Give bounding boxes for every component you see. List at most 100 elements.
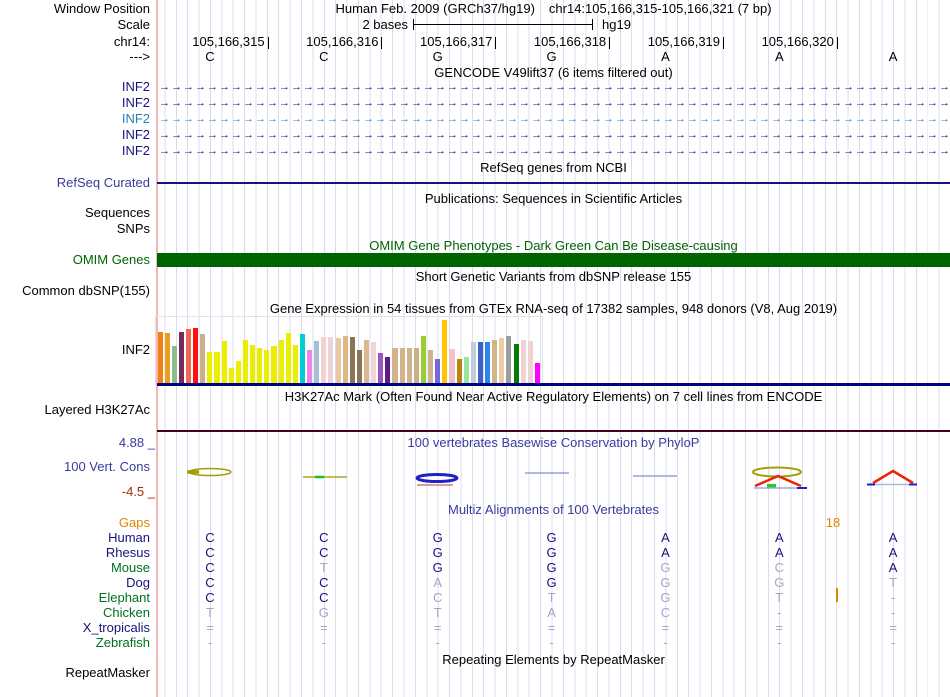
- gtex-tissue-bar: [520, 339, 526, 385]
- track-title-publications[interactable]: Publications: Sequences in Scientific Ar…: [157, 192, 950, 206]
- track-label-sequences[interactable]: Sequences: [0, 206, 150, 220]
- alignment-base: A: [661, 530, 670, 545]
- genome-browser-view: Window Position Human Feb. 2009 (GRCh37/…: [0, 0, 950, 697]
- gene-transcript-arrows[interactable]: →→→→→→→→→→→→→→→→→→→→→→→→→→→→→→→→→→→→→→→→…: [159, 129, 948, 141]
- alignment-base: A: [888, 545, 898, 560]
- gtex-tissue-bar: [371, 342, 377, 385]
- gtex-tissue-bar: [513, 343, 519, 385]
- gtex-tissue-bar: [492, 339, 498, 385]
- species-label-gaps[interactable]: Gaps: [0, 516, 150, 530]
- track-label-h3k27ac[interactable]: Layered H3K27Ac: [0, 403, 150, 417]
- reference-base: A: [661, 49, 670, 64]
- window-position-title: Human Feb. 2009 (GRCh37/hg19) chr14:105,…: [157, 2, 950, 16]
- ruler-coordinate: 105,166,319: [647, 34, 721, 49]
- alignment-base: =: [433, 620, 442, 635]
- gtex-tissue-bar: [285, 333, 291, 385]
- alignment-base: G: [546, 545, 557, 560]
- gene-label-inf2-5[interactable]: INF2: [0, 144, 150, 158]
- species-label-dog[interactable]: Dog: [0, 576, 150, 590]
- gtex-tissue-bar: [485, 342, 491, 385]
- gene-transcript-arrows[interactable]: →→→→→→→→→→→→→→→→→→→→→→→→→→→→→→→→→→→→→→→→…: [159, 81, 948, 93]
- gtex-tissue-bar: [250, 344, 256, 385]
- gtex-tissue-bar: [413, 347, 419, 385]
- track-label-snps[interactable]: SNPs: [0, 222, 150, 236]
- ruler-coordinate: 105,166,317: [420, 34, 493, 49]
- gtex-tissue-bar: [257, 347, 263, 385]
- multiz-insert-tick: [836, 588, 838, 602]
- ruler-tick: [381, 37, 383, 49]
- gene-label-inf2-1[interactable]: INF2: [0, 80, 150, 94]
- track-label-phylop[interactable]: 100 Vert. Cons: [0, 460, 150, 474]
- track-title-gencode[interactable]: GENCODE V49lift37 (6 items filtered out): [157, 66, 950, 80]
- alignment-base: =: [889, 620, 897, 635]
- gtex-tissue-bar: [321, 336, 327, 385]
- gtex-tissue-bar: [392, 347, 398, 385]
- alignment-base: G: [660, 560, 671, 575]
- alignment-base: -: [663, 635, 668, 650]
- phylop-min-value: -4.5 _: [121, 484, 155, 499]
- gtex-tissue-bar: [477, 342, 483, 385]
- alignment-base: C: [319, 575, 329, 590]
- scale-bar-left-tick: [413, 19, 414, 30]
- ruler-tick: [836, 37, 838, 49]
- alignment-base: =: [206, 620, 214, 635]
- alignment-base: -: [890, 605, 896, 620]
- assembly-short: hg19: [602, 17, 631, 32]
- gtex-tissue-bar: [499, 338, 505, 385]
- alignment-base: T: [775, 590, 784, 605]
- alignment-base: A: [661, 545, 670, 560]
- gene-label-inf2-2[interactable]: INF2: [0, 96, 150, 110]
- gtex-tissue-bar: [185, 329, 192, 385]
- omim-gene-bar[interactable]: [157, 253, 950, 267]
- gene-transcript-arrows[interactable]: →→→→→→→→→→→→→→→→→→→→→→→→→→→→→→→→→→→→→→→→…: [159, 97, 948, 109]
- alignment-base: =: [775, 620, 784, 635]
- position-range: chr14:105,166,315-105,166,321 (7 bp): [548, 1, 772, 16]
- gtex-tissue-bar: [200, 334, 206, 385]
- track-label-repeatmasker[interactable]: RepeatMasker: [0, 666, 150, 680]
- gtex-tissue-bar: [328, 336, 334, 385]
- track-label-gtex-gene[interactable]: INF2: [0, 343, 150, 357]
- gtex-tissue-bar: [363, 339, 370, 385]
- gtex-baseline: [157, 383, 950, 386]
- gtex-tissue-bar: [428, 350, 434, 385]
- alignment-base: -: [435, 635, 440, 650]
- track-title-gtex[interactable]: Gene Expression in 54 tissues from GTEx …: [157, 302, 950, 316]
- gene-transcript-arrows[interactable]: →→→→→→→→→→→→→→→→→→→→→→→→→→→→→→→→→→→→→→→→…: [159, 145, 948, 157]
- track-title-omim[interactable]: OMIM Gene Phenotypes - Dark Green Can Be…: [157, 239, 950, 253]
- track-label-refseq-curated[interactable]: RefSeq Curated: [0, 176, 150, 190]
- gtex-expression-bar-chart[interactable]: [155, 316, 543, 385]
- alignment-base: =: [547, 620, 556, 635]
- reference-base: C: [319, 49, 329, 64]
- gene-label-inf2-4[interactable]: INF2: [0, 128, 150, 142]
- alignment-base: C: [319, 530, 329, 545]
- reference-base: A: [888, 49, 898, 64]
- ruler-tick: [495, 37, 497, 49]
- species-label-x_tropicalis[interactable]: X_tropicalis: [0, 621, 150, 635]
- gene-label-inf2-3[interactable]: INF2: [0, 112, 150, 126]
- species-label-elephant[interactable]: Elephant: [0, 591, 150, 605]
- track-title-dbsnp[interactable]: Short Genetic Variants from dbSNP releas…: [157, 270, 950, 284]
- alignment-base: -: [549, 635, 554, 650]
- track-title-repeatmasker[interactable]: Repeating Elements by RepeatMasker: [157, 653, 950, 667]
- track-title-refseq[interactable]: RefSeq genes from NCBI: [157, 161, 950, 175]
- track-label-common-dbsnp[interactable]: Common dbSNP(155): [0, 284, 150, 298]
- track-label-omim-genes[interactable]: OMIM Genes: [0, 253, 150, 267]
- gene-transcript-arrows[interactable]: →→→→→→→→→→→→→→→→→→→→→→→→→→→→→→→→→→→→→→→→…: [159, 113, 948, 125]
- gtex-tissue-bar: [164, 333, 170, 385]
- species-label-mouse[interactable]: Mouse: [0, 561, 150, 575]
- species-label-rhesus[interactable]: Rhesus: [0, 546, 150, 560]
- species-label-human[interactable]: Human: [0, 531, 150, 545]
- ruler-coordinate: 105,166,318: [533, 34, 607, 49]
- ruler-coordinate: 105,166,320: [761, 34, 834, 49]
- refseq-gene-bar: [157, 182, 950, 184]
- alignment-base: C: [660, 605, 671, 620]
- alignment-base: -: [207, 635, 213, 650]
- scale-bar: [413, 24, 593, 25]
- track-title-phylop[interactable]: 100 vertebrates Basewise Conservation by…: [157, 436, 950, 450]
- gtex-tissue-bar: [356, 349, 362, 385]
- alignment-base: G: [660, 590, 671, 605]
- species-label-chicken[interactable]: Chicken: [0, 606, 150, 620]
- track-title-h3k27ac[interactable]: H3K27Ac Mark (Often Found Near Active Re…: [157, 390, 950, 404]
- species-label-zebrafish[interactable]: Zebrafish: [0, 636, 150, 650]
- scale-label: Scale: [117, 17, 150, 32]
